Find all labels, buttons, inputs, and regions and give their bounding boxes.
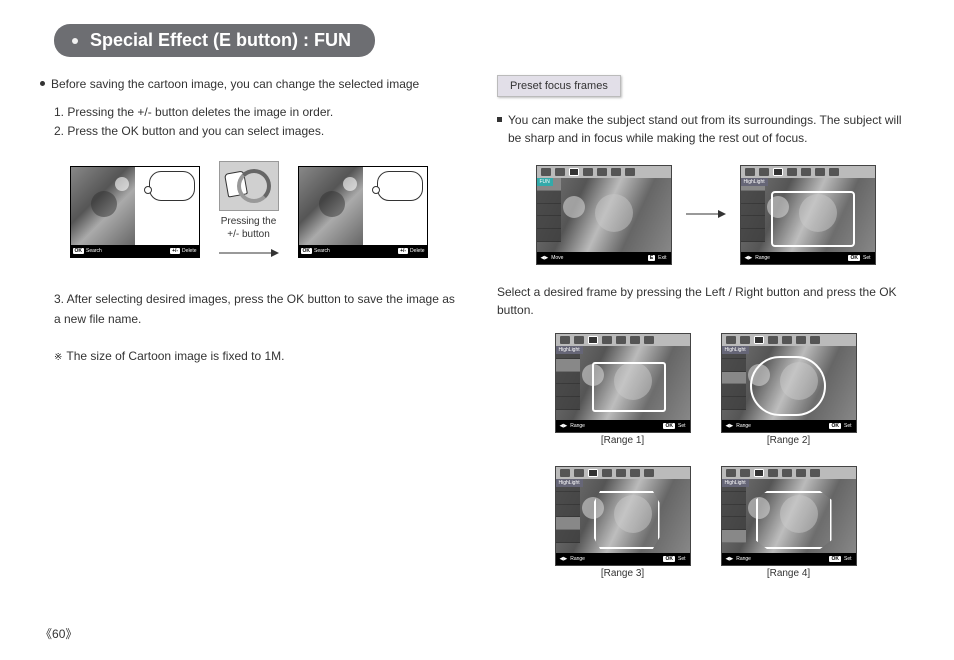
range-2-caption: [Range 2] [767, 435, 810, 446]
camera-range-4: HighLight ◀▶RangeOKSet [721, 466, 857, 566]
mid-label-1: Pressing the [221, 215, 277, 228]
ok-key: OK [73, 248, 85, 254]
press-button-icon [219, 161, 279, 211]
step-2: 2. Press the OK button and you can selec… [54, 122, 457, 141]
note-text: The size of Cartoon image is fixed to 1M… [66, 349, 284, 363]
camera-fun-menu: FUN ◀▶Move E Exit [536, 165, 672, 265]
title-bullet-icon [72, 38, 78, 44]
middle-action: Pressing the +/- button [210, 161, 288, 262]
lcd-bottombar: OK Search +/- Delete [299, 245, 427, 257]
page-title: Special Effect (E button) : FUN [54, 24, 375, 57]
camera-highlight-menu: HighLight ◀▶Range OK Set [740, 165, 876, 265]
speech-bubble-icon [377, 171, 423, 201]
arrow-right-icon [686, 208, 726, 223]
bullet-icon [40, 81, 45, 86]
note-symbol: ※ [54, 352, 62, 363]
exit-label: Exit [658, 255, 666, 261]
left-column: Before saving the cartoon image, you can… [40, 75, 457, 579]
search-label: Search [314, 248, 330, 254]
title-text: Special Effect (E button) : FUN [90, 30, 351, 51]
delete-label: Delete [182, 248, 196, 254]
range-grid: HighLight ◀▶RangeOKSet [Range 1] HighLig… [497, 333, 914, 579]
ok-key: OK [301, 248, 313, 254]
focus-frame-icon [756, 491, 832, 549]
search-label: Search [86, 248, 102, 254]
right-column: Preset focus frames You can make the sub… [497, 75, 914, 579]
pm-key: +/- [170, 248, 180, 254]
set-label: Set [863, 255, 871, 261]
lcd-sequence: OK Search +/- Delete Pressing the [40, 161, 457, 262]
camera-botbar: ◀▶Range OK Set [741, 252, 875, 264]
intro-text: Before saving the cartoon image, you can… [51, 75, 419, 93]
focus-frame-icon [750, 356, 826, 416]
range-3-caption: [Range 3] [601, 568, 644, 579]
lcd-before: OK Search +/- Delete [70, 166, 200, 258]
step-1: 1. Pressing the +/- button deletes the i… [54, 103, 457, 122]
speech-bubble-icon [149, 171, 195, 201]
camera-sidemenu [537, 178, 561, 242]
lcd-bottombar: OK Search +/- Delete [71, 245, 199, 257]
focus-frame-icon [592, 362, 666, 412]
camera-sidemenu [741, 178, 765, 242]
range-1-block: HighLight ◀▶RangeOKSet [Range 1] [555, 333, 691, 446]
camera-range-3: HighLight ◀▶RangeOKSet [555, 466, 691, 566]
range-3-block: HighLight ◀▶RangeOKSet [Range 3] [555, 466, 691, 579]
focus-frame-icon [594, 491, 660, 549]
mid-label-2: +/- button [221, 228, 277, 241]
range-label: Range [755, 255, 770, 261]
square-bullet-icon [497, 117, 502, 122]
camera-botbar: ◀▶Move E Exit [537, 252, 671, 264]
camera-topbar [537, 166, 671, 178]
range-4-caption: [Range 4] [767, 568, 810, 579]
photo-thumb [299, 167, 363, 245]
range-2-block: HighLight ◀▶RangeOKSet [Range 2] [721, 333, 857, 446]
camera-range-2: HighLight ◀▶RangeOKSet [721, 333, 857, 433]
speech-panel [135, 167, 199, 245]
e-key: E [648, 255, 655, 261]
dial-icon [237, 169, 271, 203]
range-1-caption: [Range 1] [601, 435, 644, 446]
select-text: Select a desired frame by pressing the L… [497, 283, 914, 319]
right-intro-line: You can make the subject stand out from … [497, 111, 914, 147]
speech-panel [363, 167, 427, 245]
fun-tag: FUN [537, 178, 553, 186]
right-intro-text: You can make the subject stand out from … [508, 111, 914, 147]
camera-row-top: FUN ◀▶Move E Exit [497, 165, 914, 265]
photo-thumb [71, 167, 135, 245]
lcd-after: OK Search +/- Delete [298, 166, 428, 258]
range-4-block: HighLight ◀▶RangeOKSet [Range 4] [721, 466, 857, 579]
delete-label: Delete [410, 248, 424, 254]
highlight-tag: HighLight [741, 178, 768, 186]
arrow-right-icon [219, 247, 279, 262]
intro-line: Before saving the cartoon image, you can… [40, 75, 457, 93]
camera-range-1: HighLight ◀▶RangeOKSet [555, 333, 691, 433]
step-3: 3. After selecting desired images, press… [54, 290, 457, 328]
focus-frame-icon [771, 191, 855, 247]
pm-key: +/- [398, 248, 408, 254]
page-number: 60 [40, 625, 77, 642]
ok-key: OK [848, 255, 860, 261]
camera-topbar [741, 166, 875, 178]
move-label: Move [551, 255, 563, 261]
note-line: ※ The size of Cartoon image is fixed to 1… [54, 347, 457, 366]
section-label: Preset focus frames [497, 75, 621, 97]
